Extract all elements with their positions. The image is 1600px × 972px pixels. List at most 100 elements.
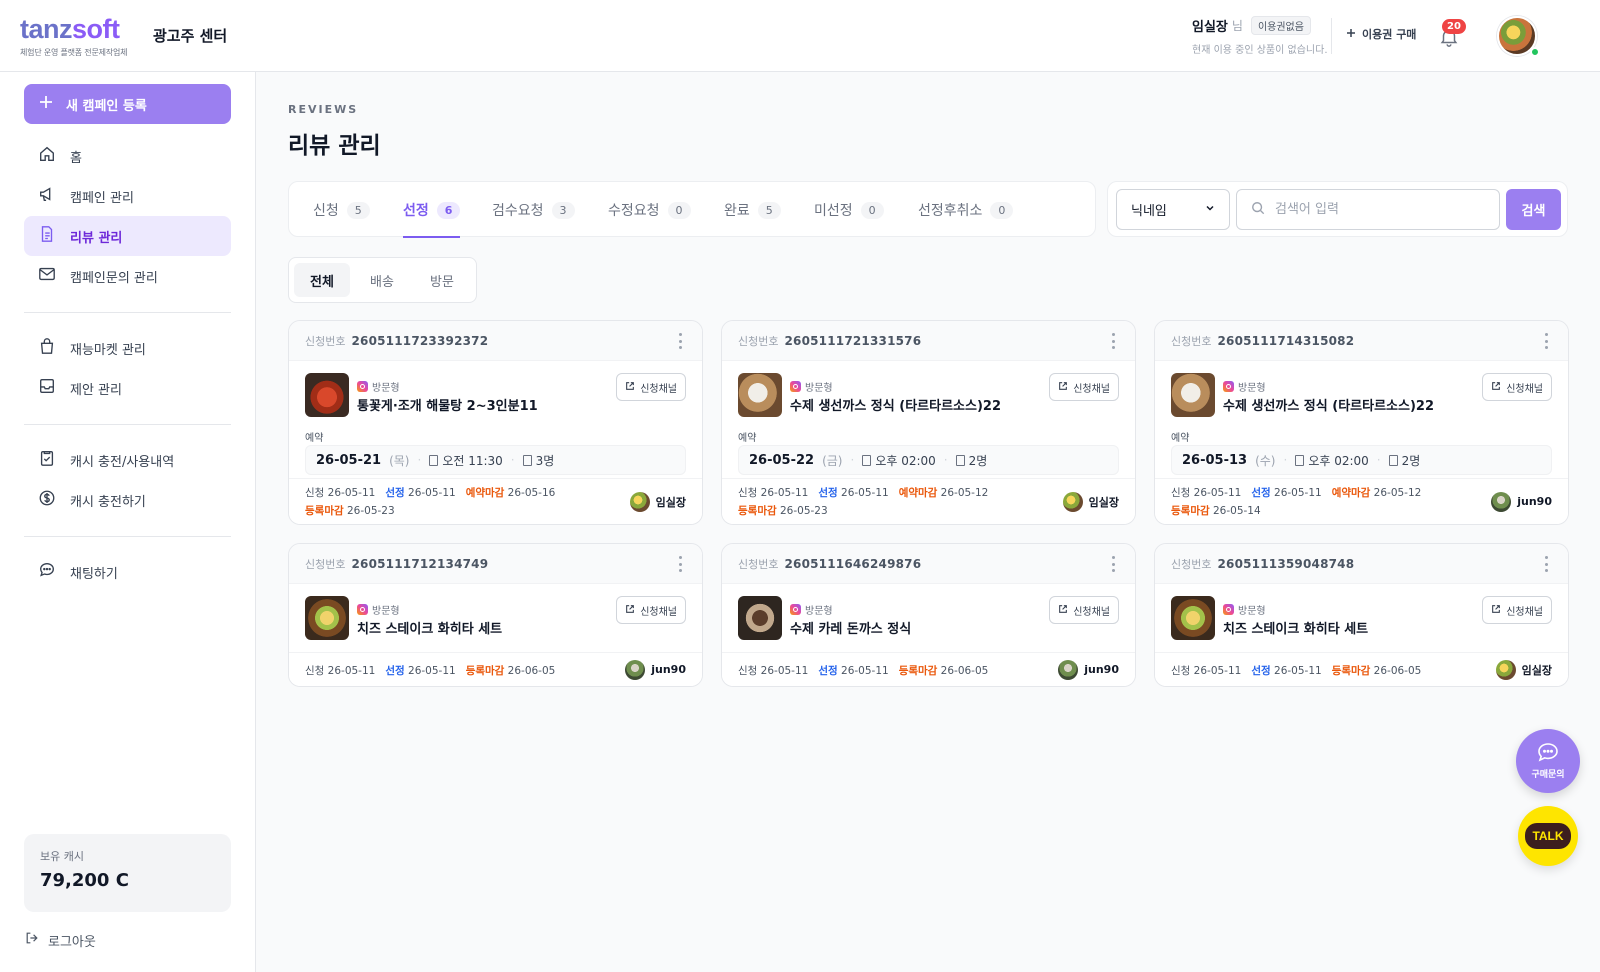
sidebar-item-talent-market[interactable]: 재능마켓 관리 <box>24 328 231 368</box>
reviewer[interactable]: jun90 <box>625 659 686 680</box>
campaign-title[interactable]: 수제 생선까스 정식 (타르타르소스)22 <box>790 395 1001 414</box>
search-button[interactable]: 검색 <box>1506 189 1561 230</box>
tab-edit-request[interactable]: 수정요청 0 <box>608 182 691 238</box>
reviewer-avatar <box>629 491 650 512</box>
application-number-label: 신청번호 <box>738 557 779 571</box>
sidebar-item-campaigns[interactable]: 캠페인 관리 <box>24 176 231 216</box>
campaign-title[interactable]: 치즈 스테이크 화히타 세트 <box>357 618 502 637</box>
tab-applied[interactable]: 신청 5 <box>313 182 370 238</box>
registration-deadline-label: 등록마감 <box>898 665 938 677</box>
sidebar-item-reviews[interactable]: 리뷰 관리 <box>24 216 231 256</box>
reservation-date: 26-05-22 <box>749 452 815 468</box>
campaign-title[interactable]: 수제 생선까스 정식 (타르타르소스)22 <box>1223 395 1434 414</box>
tab-label: 신청 <box>313 203 339 219</box>
review-card[interactable]: 신청번호 2605111721331576 방문형 수제 생선까스 정식 (타르… <box>721 320 1136 525</box>
external-link-icon <box>1058 604 1068 617</box>
sidebar-divider <box>24 424 231 425</box>
application-channel-button[interactable]: 신청채널 <box>1049 596 1119 624</box>
sidebar-item-cash-history[interactable]: 캐시 충전/사용내역 <box>24 440 231 480</box>
review-card[interactable]: 신청번호 2605111359048748 방문형 치즈 스테이크 화히타 세트… <box>1154 543 1569 687</box>
top-header: tanzsoft 체험단 운영 플랫폼 전문제작업체 광고주 센터 임실장 님 … <box>0 0 1600 72</box>
sidebar-item-campaign-inquiries[interactable]: 캠페인문의 관리 <box>24 256 231 296</box>
reservation-people: 2명 <box>955 452 987 469</box>
tab-selected[interactable]: 선정 6 <box>403 182 461 238</box>
application-channel-button[interactable]: 신청채널 <box>1482 596 1552 624</box>
more-options-icon[interactable] <box>674 333 686 349</box>
search-bar: 닉네임 검색 <box>1107 181 1568 237</box>
sidebar-item-home[interactable]: 홈 <box>24 136 231 176</box>
sidebar-item-chat[interactable]: 채팅하기 <box>24 552 231 592</box>
registration-deadline-date: 26-05-23 <box>346 505 395 517</box>
application-channel-button[interactable]: 신청채널 <box>1482 373 1552 401</box>
instagram-icon <box>1223 381 1234 392</box>
more-options-icon[interactable] <box>1107 556 1119 572</box>
channel-button-label: 신청채널 <box>1506 606 1543 618</box>
reservation-time-value: 오후 02:00 <box>1308 453 1369 468</box>
review-card[interactable]: 신청번호 2605111723392372 방문형 통꽃게·조개 해물탕 2~3… <box>288 320 703 525</box>
reservation-deadline-label: 예약마감 <box>1331 487 1371 499</box>
search-input[interactable] <box>1275 202 1475 217</box>
new-campaign-button[interactable]: 새 캠페인 등록 <box>24 84 231 124</box>
application-channel-button[interactable]: 신청채널 <box>1049 373 1119 401</box>
reservation-label: 예약 <box>738 433 757 444</box>
review-card[interactable]: 신청번호 2605111714315082 방문형 수제 생선까스 정식 (타르… <box>1154 320 1569 525</box>
application-number: 2605111359048748 <box>1217 556 1355 571</box>
notification-count-badge: 20 <box>1442 19 1466 34</box>
registration-deadline-label: 등록마감 <box>465 665 505 677</box>
subtab-all[interactable]: 전체 <box>294 263 350 297</box>
application-channel-button[interactable]: 신청채널 <box>616 373 686 401</box>
tab-count: 0 <box>990 201 1014 219</box>
sidebar-item-label: 캐시 충전하기 <box>70 494 146 510</box>
tab-label: 선정후취소 <box>918 203 983 219</box>
sidebar-item-cash-charge[interactable]: 캐시 충전하기 <box>24 480 231 520</box>
kakao-talk-label: TALK <box>1525 823 1571 849</box>
buy-pass-button[interactable]: 이용권 구매 <box>1346 26 1416 42</box>
reservation-deadline-label: 예약마감 <box>898 487 938 499</box>
instagram-icon <box>790 604 801 615</box>
search-field-select[interactable]: 닉네임 <box>1116 189 1230 230</box>
card-footer: 신청 26-05-11 선정 26-05-11 등록마감 26-06-05 임실장 <box>1155 652 1568 686</box>
reviewer[interactable]: jun90 <box>1058 659 1119 680</box>
more-options-icon[interactable] <box>1107 333 1119 349</box>
channel-button-label: 신청채널 <box>1073 606 1110 618</box>
application-channel-button[interactable]: 신청채널 <box>616 596 686 624</box>
logout-label: 로그아웃 <box>48 934 96 950</box>
applied-date: 26-05-11 <box>327 487 376 499</box>
tab-count: 3 <box>551 201 575 219</box>
sidebar-item-proposals[interactable]: 제안 관리 <box>24 368 231 408</box>
card-footer: 신청 26-05-11 선정 26-05-11 예약마감 26-05-16 등록마감… <box>289 478 702 524</box>
tab-review-request[interactable]: 검수요청 3 <box>492 182 575 238</box>
tab-not-selected[interactable]: 미선정 0 <box>814 182 884 238</box>
tab-completed[interactable]: 완료 5 <box>724 182 781 238</box>
more-options-icon[interactable] <box>674 556 686 572</box>
instagram-icon <box>357 381 368 392</box>
logo[interactable]: tanzsoft 체험단 운영 플랫폼 전문제작업체 <box>20 16 127 58</box>
sidebar-item-label: 캐시 충전/사용내역 <box>70 454 175 470</box>
more-options-icon[interactable] <box>1540 333 1552 349</box>
registration-deadline-label: 등록마감 <box>305 505 344 517</box>
campaign-title[interactable]: 수제 카레 돈까스 정식 <box>790 618 911 637</box>
reservation-deadline-date: 26-05-12 <box>1373 487 1422 499</box>
kakao-talk-button[interactable]: TALK <box>1518 806 1578 866</box>
reviewer[interactable]: 임실장 <box>1495 659 1552 680</box>
sidebar-divider <box>24 536 231 537</box>
subtab-visit[interactable]: 방문 <box>414 263 470 297</box>
purchase-inquiry-button[interactable]: 구매문의 <box>1516 729 1580 793</box>
campaign-title[interactable]: 치즈 스테이크 화히타 세트 <box>1223 618 1368 637</box>
subtab-delivery[interactable]: 배송 <box>354 263 410 297</box>
reviewer[interactable]: jun90 <box>1491 491 1552 512</box>
reservation-deadline-label: 예약마감 <box>465 487 505 499</box>
review-card[interactable]: 신청번호 2605111646249876 방문형 수제 카레 돈까스 정식 신… <box>721 543 1136 687</box>
review-card[interactable]: 신청번호 2605111712134749 방문형 치즈 스테이크 화히타 세트… <box>288 543 703 687</box>
card-footer: 신청 26-05-11 선정 26-05-11 예약마감 26-05-12 등록마감… <box>1155 478 1568 524</box>
reviewer[interactable]: 임실장 <box>629 491 686 512</box>
logout-button[interactable]: 로그아웃 <box>24 930 96 950</box>
tab-cancelled-after-selection[interactable]: 선정후취소 0 <box>918 182 1014 238</box>
external-link-icon <box>1491 381 1501 394</box>
campaign-title[interactable]: 통꽃게·조개 해물탕 2~3인분11 <box>357 395 538 414</box>
logo-part2: soft <box>72 14 120 44</box>
registration-deadline-date: 26-06-05 <box>940 665 989 677</box>
cash-balance-label: 보유 캐시 <box>40 850 84 863</box>
more-options-icon[interactable] <box>1540 556 1552 572</box>
reviewer[interactable]: 임실장 <box>1062 491 1119 512</box>
